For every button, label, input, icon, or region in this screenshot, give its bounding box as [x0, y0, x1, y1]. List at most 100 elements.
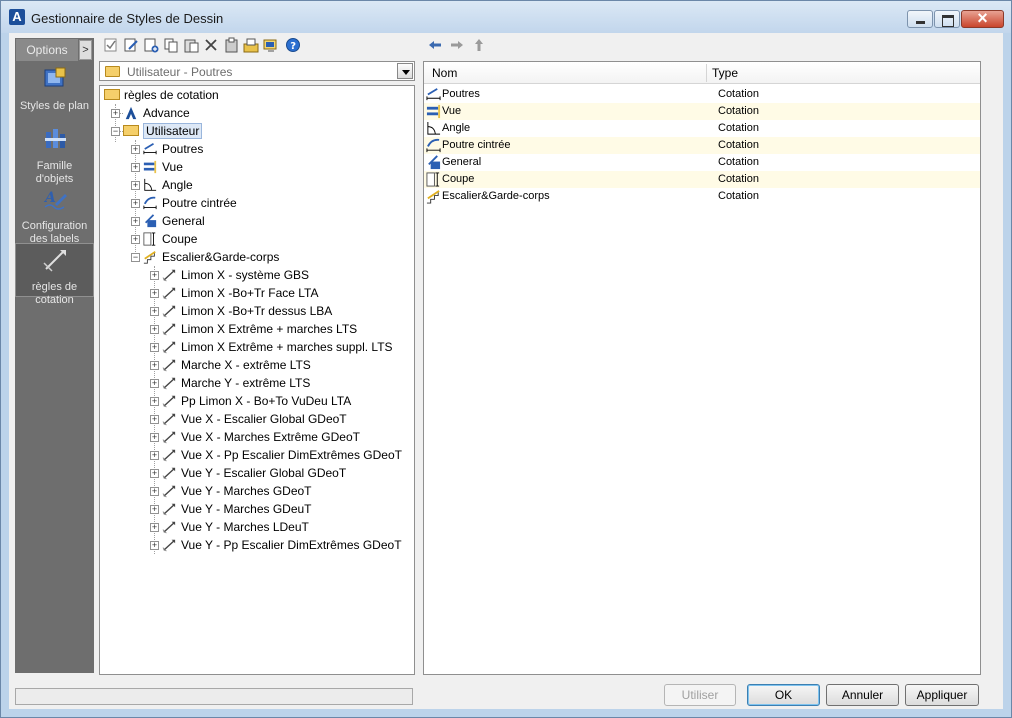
- tree-node-stair-rule[interactable]: Limon X Extrême + marches LTS: [161, 320, 357, 338]
- tree-node-stair-rule[interactable]: Vue Y - Marches LDeuT: [161, 518, 309, 536]
- tree-node-label: Vue X - Marches Extrême GDeoT: [181, 430, 360, 444]
- list-item-type: Cotation: [718, 122, 759, 134]
- tree-node-general[interactable]: General: [142, 212, 205, 230]
- expand-toggle[interactable]: +: [131, 235, 140, 244]
- check-icon[interactable]: [103, 37, 119, 53]
- expand-toggle[interactable]: +: [131, 199, 140, 208]
- expand-toggle[interactable]: +: [150, 397, 159, 406]
- tree-node-label: Vue X - Pp Escalier DimExtrêmes GDeoT: [181, 448, 402, 462]
- title-bar[interactable]: A Gestionnaire de Styles de Dessin: [1, 1, 1011, 33]
- sidebar-item-dimension-rules[interactable]: règles de cotation: [15, 243, 94, 306]
- plan-styles-icon: [44, 67, 65, 87]
- tree-node-utilisateur[interactable]: Utilisateur: [123, 122, 203, 140]
- ok-button[interactable]: OK: [747, 684, 820, 706]
- expand-toggle[interactable]: +: [131, 181, 140, 190]
- expand-toggle[interactable]: +: [150, 379, 159, 388]
- expand-toggle[interactable]: +: [150, 487, 159, 496]
- new-style-icon[interactable]: [143, 37, 159, 53]
- dropdown-arrow-icon[interactable]: [397, 63, 413, 79]
- expand-toggle[interactable]: +: [150, 361, 159, 370]
- path-dropdown[interactable]: Utilisateur - Poutres: [99, 61, 415, 81]
- edit-style-icon[interactable]: [123, 37, 139, 53]
- expand-toggle[interactable]: +: [150, 541, 159, 550]
- tree-node-label: Vue X - Escalier Global GDeoT: [181, 412, 347, 426]
- expand-toggle[interactable]: +: [150, 433, 159, 442]
- help-icon[interactable]: ?: [285, 37, 301, 53]
- folder-open-icon: [123, 125, 139, 137]
- collapse-toggle[interactable]: −: [131, 253, 140, 262]
- column-header-name[interactable]: Nom: [432, 66, 457, 80]
- tree-node-stair-rule[interactable]: Vue Y - Marches GDeuT: [161, 500, 312, 518]
- expand-toggle[interactable]: +: [150, 271, 159, 280]
- tree-node-coupe[interactable]: Coupe: [142, 230, 197, 248]
- export-icon[interactable]: [243, 37, 259, 53]
- list-item[interactable]: General Cotation: [424, 154, 980, 171]
- expand-toggle[interactable]: +: [150, 325, 159, 334]
- dimension-rules-icon: [42, 250, 66, 272]
- collapse-toggle[interactable]: −: [111, 127, 120, 136]
- tree-node-stair-rule[interactable]: Vue Y - Marches GDeoT: [161, 482, 312, 500]
- cancel-button[interactable]: Annuler: [826, 684, 899, 706]
- tree-node-stair-rule[interactable]: Vue Y - Escalier Global GDeoT: [161, 464, 346, 482]
- maximize-button[interactable]: [934, 10, 960, 28]
- paste-icon[interactable]: [183, 37, 199, 53]
- tree-node-stair-rule[interactable]: Limon X Extrême + marches suppl. LTS: [161, 338, 393, 356]
- expand-toggle[interactable]: +: [150, 415, 159, 424]
- list-item[interactable]: Escalier&Garde-corps Cotation: [424, 188, 980, 205]
- expand-toggle[interactable]: +: [150, 505, 159, 514]
- tree-node-stair-rule[interactable]: Marche X - extrême LTS: [161, 356, 311, 374]
- expand-toggle[interactable]: +: [131, 145, 140, 154]
- close-button[interactable]: [961, 8, 1004, 29]
- tree-node-stair-rule[interactable]: Limon X -Bo+Tr Face LTA: [161, 284, 319, 302]
- expand-toggle[interactable]: +: [131, 217, 140, 226]
- expand-toggle[interactable]: +: [131, 163, 140, 172]
- sidebar-expand-button[interactable]: >: [79, 40, 92, 60]
- list-item[interactable]: Vue Cotation: [424, 103, 980, 120]
- expand-toggle[interactable]: +: [150, 451, 159, 460]
- sidebar-item-object-family[interactable]: Famille d'objets: [15, 126, 94, 185]
- expand-toggle[interactable]: +: [150, 469, 159, 478]
- tree-node-stair-rule[interactable]: Vue X - Escalier Global GDeoT: [161, 410, 347, 428]
- list-item[interactable]: Poutre cintrée Cotation: [424, 137, 980, 154]
- section-dimension-icon: [143, 232, 156, 246]
- list-item[interactable]: Angle Cotation: [424, 120, 980, 137]
- tree-node-root[interactable]: règles de cotation: [104, 86, 219, 104]
- tree-node-poutres[interactable]: Poutres: [142, 140, 203, 158]
- up-arrow-icon[interactable]: [471, 37, 487, 53]
- tree-node-stair-rule[interactable]: Pp Limon X - Bo+To VuDeu LTA: [161, 392, 351, 410]
- tree-node-stair-rule[interactable]: Vue X - Pp Escalier DimExtrêmes GDeoT: [161, 446, 402, 464]
- pane-splitter[interactable]: [416, 85, 423, 675]
- sidebar-item-plan-styles[interactable]: Styles de plan: [15, 66, 94, 116]
- dimension-rule-icon: [162, 467, 176, 480]
- tree-node-advance[interactable]: Advance: [123, 104, 190, 122]
- tree-node-escalier[interactable]: Escalier&Garde-corps: [142, 248, 279, 266]
- status-bar: [15, 688, 413, 705]
- apply-button[interactable]: Appliquer: [905, 684, 979, 706]
- tree-node-poutre-cintree[interactable]: Poutre cintrée: [142, 194, 237, 212]
- import-icon[interactable]: [223, 37, 239, 53]
- tree-node-stair-rule[interactable]: Vue Y - Pp Escalier DimExtrêmes GDeoT: [161, 536, 402, 554]
- column-header-type[interactable]: Type: [712, 66, 738, 80]
- delete-icon[interactable]: [203, 37, 219, 53]
- tree-node-stair-rule[interactable]: Limon X -Bo+Tr dessus LBA: [161, 302, 332, 320]
- use-button[interactable]: Utiliser: [664, 684, 736, 706]
- list-item[interactable]: Coupe Cotation: [424, 171, 980, 188]
- tree-node-angle[interactable]: Angle: [142, 176, 193, 194]
- expand-toggle[interactable]: +: [150, 343, 159, 352]
- minimize-button[interactable]: [907, 10, 933, 28]
- expand-toggle[interactable]: +: [150, 289, 159, 298]
- tree-node-stair-rule[interactable]: Marche Y - extrême LTS: [161, 374, 310, 392]
- forward-arrow-icon[interactable]: [449, 37, 465, 53]
- preview-icon[interactable]: [263, 37, 279, 53]
- expand-toggle[interactable]: +: [111, 109, 120, 118]
- sidebar-item-label-config[interactable]: A Configuration des labels: [15, 186, 94, 245]
- tree-node-stair-rule[interactable]: Vue X - Marches Extrême GDeoT: [161, 428, 360, 446]
- tree-node-vue[interactable]: Vue: [142, 158, 183, 176]
- options-button[interactable]: Options: [16, 39, 78, 61]
- expand-toggle[interactable]: +: [150, 307, 159, 316]
- copy-icon[interactable]: [163, 37, 179, 53]
- tree-node-stair-rule[interactable]: Limon X - système GBS: [161, 266, 309, 284]
- back-arrow-icon[interactable]: [427, 37, 443, 53]
- list-item[interactable]: Poutres Cotation: [424, 86, 980, 103]
- expand-toggle[interactable]: +: [150, 523, 159, 532]
